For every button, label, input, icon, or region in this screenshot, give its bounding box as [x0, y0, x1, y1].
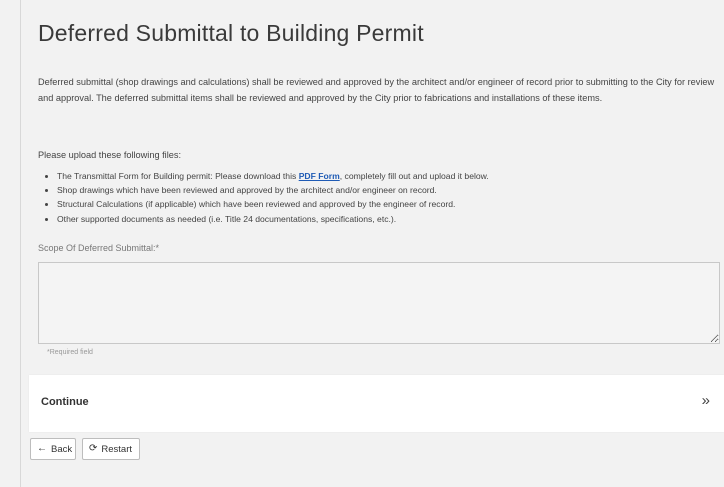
continue-label: Continue: [41, 396, 89, 408]
list-item: The Transmittal Form for Building permit…: [57, 169, 717, 183]
list-item: Shop drawings which have been reviewed a…: [57, 183, 717, 197]
arrow-left-icon: ←: [37, 443, 47, 454]
back-button[interactable]: ← Back: [30, 438, 76, 460]
page-title: Deferred Submittal to Building Permit: [38, 20, 424, 46]
refresh-icon: ⟳: [89, 443, 98, 454]
pdf-form-link[interactable]: PDF Form: [299, 171, 340, 181]
intro-paragraph: Deferred submittal (shop drawings and ca…: [38, 77, 715, 103]
list-item: Structural Calculations (if applicable) …: [57, 197, 717, 211]
restart-label: Restart: [101, 443, 133, 455]
list-item-text: The Transmittal Form for Building permit…: [57, 171, 299, 181]
required-files-list: The Transmittal Form for Building permit…: [38, 169, 717, 226]
left-divider: [20, 0, 21, 487]
upload-heading: Please upload these following files:: [38, 150, 182, 160]
list-item: Other supported documents as needed (i.e…: [57, 212, 717, 226]
double-chevron-right-icon: »: [701, 392, 710, 409]
continue-button[interactable]: Continue »: [29, 375, 724, 432]
list-item-text: , completely fill out and upload it belo…: [339, 171, 489, 181]
restart-button[interactable]: ⟳ Restart: [82, 438, 140, 460]
required-field-note: *Required field: [47, 349, 93, 356]
scope-textarea[interactable]: [38, 262, 720, 344]
back-label: Back: [51, 443, 73, 455]
scope-field-label: Scope Of Deferred Submittal:*: [38, 243, 160, 253]
